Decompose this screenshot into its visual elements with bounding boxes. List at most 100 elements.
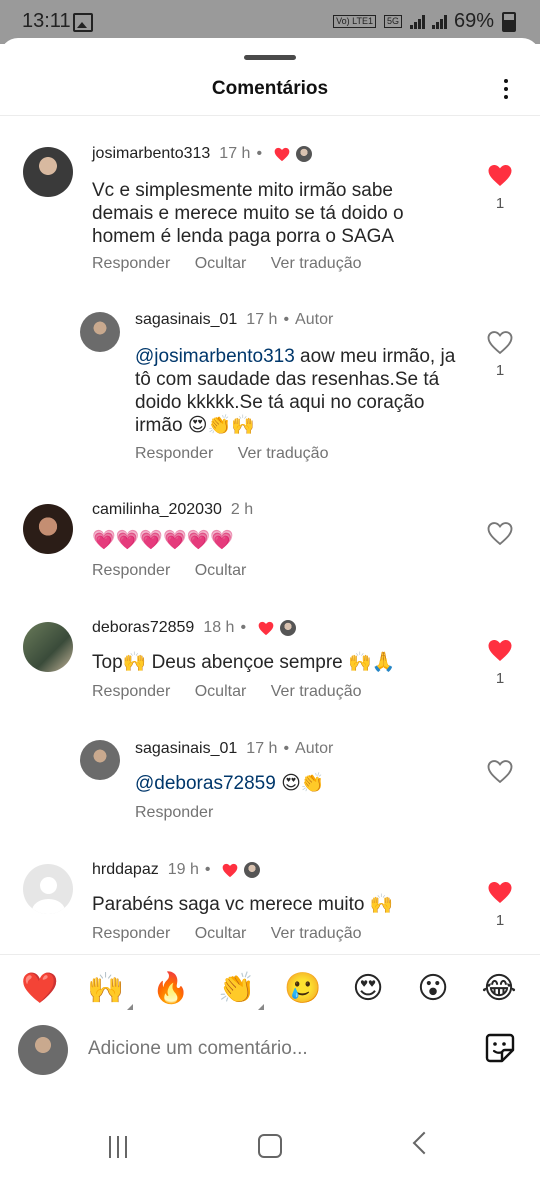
comment-input-row: Adicione um comentário... — [0, 1018, 540, 1098]
hide-button[interactable]: Ocultar — [195, 925, 247, 942]
avatar[interactable] — [23, 504, 73, 554]
heart-outline-icon — [487, 760, 513, 783]
home-icon[interactable] — [258, 1134, 282, 1158]
separator-dot: • — [283, 311, 290, 328]
hide-button[interactable]: Ocultar — [195, 255, 247, 272]
comment-time: 19 h — [167, 861, 199, 878]
like-count: 1 — [495, 362, 505, 379]
like-count: 1 — [495, 195, 505, 212]
signal-icon-2 — [431, 14, 447, 29]
avatar[interactable] — [80, 312, 120, 352]
comment-meta: sagasinais_01 17 h • Autor — [135, 740, 333, 758]
separator-dot: • — [240, 619, 247, 636]
comment-actions: Responder — [135, 804, 233, 822]
username[interactable]: hrddapaz — [92, 861, 159, 879]
comment-text: Top🙌 Deus abençoe sempre 🙌🙏 — [92, 652, 396, 673]
reaction-heart[interactable]: ❤️ — [21, 970, 59, 1008]
username[interactable]: camilinha_202030 — [92, 501, 222, 519]
current-user-avatar — [18, 1025, 68, 1075]
avatar[interactable] — [23, 864, 73, 914]
comment-text: @josimarbento313 aow meu irmão, ja tô co… — [135, 345, 465, 437]
heart-filled-icon — [488, 640, 512, 661]
see-translation-button[interactable]: Ver tradução — [271, 255, 362, 272]
reply-button[interactable]: Responder — [135, 445, 213, 462]
see-translation-button[interactable]: Ver tradução — [238, 445, 329, 462]
like-button[interactable]: 1 — [487, 164, 513, 212]
reply-button[interactable]: Responder — [92, 562, 170, 579]
comment-meta: deboras72859 18 h • — [92, 619, 297, 637]
comment-time: 2 h — [230, 501, 254, 518]
hide-button[interactable]: Ocultar — [195, 683, 247, 700]
comment-time: 18 h — [203, 619, 235, 636]
reply-button[interactable]: Responder — [92, 683, 170, 700]
reaction-clap[interactable]: 👏 — [218, 970, 264, 1010]
signal-icon — [409, 14, 425, 29]
reply-button[interactable]: Responder — [92, 255, 170, 272]
like-button[interactable]: 1 — [487, 881, 513, 929]
reply-button[interactable]: Responder — [135, 804, 213, 821]
comment-text: Vc e simplesmente mito irmão sabe demais… — [92, 180, 404, 247]
quick-reactions-bar: ❤️ 🙌 🔥 👏 🥲 😍 😮 😂 — [0, 954, 540, 1019]
separator-dot: • — [204, 861, 211, 878]
more-options-icon[interactable] — [496, 76, 516, 102]
comment-text: 💗💗💗💗💗💗 — [92, 530, 234, 551]
comment-input[interactable]: Adicione um comentário... — [88, 1038, 308, 1060]
username[interactable]: sagasinais_01 — [135, 311, 237, 329]
reaction-tear-smile[interactable]: 🥲 — [284, 970, 322, 1008]
separator-dot: • — [256, 145, 263, 162]
creator-mini-avatar — [280, 620, 297, 636]
reaction-fire[interactable]: 🔥 — [152, 970, 190, 1008]
recent-apps-icon[interactable] — [107, 1136, 129, 1158]
reaction-laugh[interactable]: 😂 — [480, 970, 518, 1008]
creator-liked-heart-icon — [258, 621, 274, 635]
reaction-surprised[interactable]: 😮 — [414, 970, 452, 1008]
comment-time: 17 h — [246, 311, 278, 328]
like-button[interactable]: 1 — [487, 331, 513, 379]
username[interactable]: deboras72859 — [92, 619, 194, 637]
username[interactable]: sagasinais_01 — [135, 740, 237, 758]
clock: 13:11 — [22, 10, 71, 32]
hide-button[interactable]: Ocultar — [195, 562, 247, 579]
volte-tag: Vo) LTE1 — [333, 15, 376, 28]
reaction-heart-eyes[interactable]: 😍 — [349, 970, 387, 1008]
comment-text: Parabéns saga vc merece muito 🙌 — [92, 894, 394, 915]
drag-handle[interactable] — [244, 55, 296, 60]
see-translation-button[interactable]: Ver tradução — [271, 683, 362, 700]
see-translation-button[interactable]: Ver tradução — [271, 925, 362, 942]
sticker-icon[interactable] — [484, 1032, 516, 1064]
separator-dot: • — [283, 740, 290, 757]
heart-filled-icon — [488, 165, 512, 186]
like-button[interactable] — [487, 522, 513, 545]
creator-liked-heart-icon — [274, 147, 290, 161]
comment-actions: Responder Ocultar Ver tradução — [92, 255, 382, 273]
comment-actions: Responder Ver tradução — [135, 445, 348, 463]
creator-liked-heart-icon — [223, 863, 238, 877]
back-icon[interactable] — [412, 1131, 436, 1155]
creator-mini-avatar — [244, 862, 261, 878]
avatar[interactable] — [23, 147, 73, 197]
comment-actions: Responder Ocultar Ver tradução — [92, 925, 382, 943]
status-icons: Vo) LTE1 5G 69% — [333, 10, 516, 33]
username[interactable]: josimarbento313 — [92, 145, 210, 163]
heart-outline-icon — [487, 331, 513, 354]
comment-text: @deboras72859 😍👏 — [135, 772, 465, 795]
avatar[interactable] — [23, 622, 73, 672]
reaction-raised-hands[interactable]: 🙌 — [87, 970, 133, 1010]
battery-text: 69% — [453, 10, 494, 32]
comment-actions: Responder Ocultar — [92, 562, 266, 580]
mention-link[interactable]: @josimarbento313 — [135, 346, 295, 367]
comment-meta: josimarbento313 17 h • — [92, 145, 313, 163]
author-badge: Autor — [295, 740, 334, 757]
creator-mini-avatar — [296, 146, 313, 162]
like-button[interactable]: 1 — [487, 639, 513, 687]
mention-link[interactable]: @deboras72859 — [135, 773, 276, 794]
comment-meta: sagasinais_01 17 h • Autor — [135, 311, 333, 329]
battery-icon — [502, 11, 516, 32]
reply-button[interactable]: Responder — [92, 925, 170, 942]
author-badge: Autor — [295, 311, 334, 328]
comment-meta: hrddapaz 19 h • — [92, 861, 261, 879]
avatar[interactable] — [80, 740, 120, 780]
comments-sheet: Comentários josimarbento313 17 h • Vc e … — [0, 38, 540, 1158]
like-count: 1 — [495, 912, 505, 929]
like-button[interactable] — [487, 760, 513, 783]
